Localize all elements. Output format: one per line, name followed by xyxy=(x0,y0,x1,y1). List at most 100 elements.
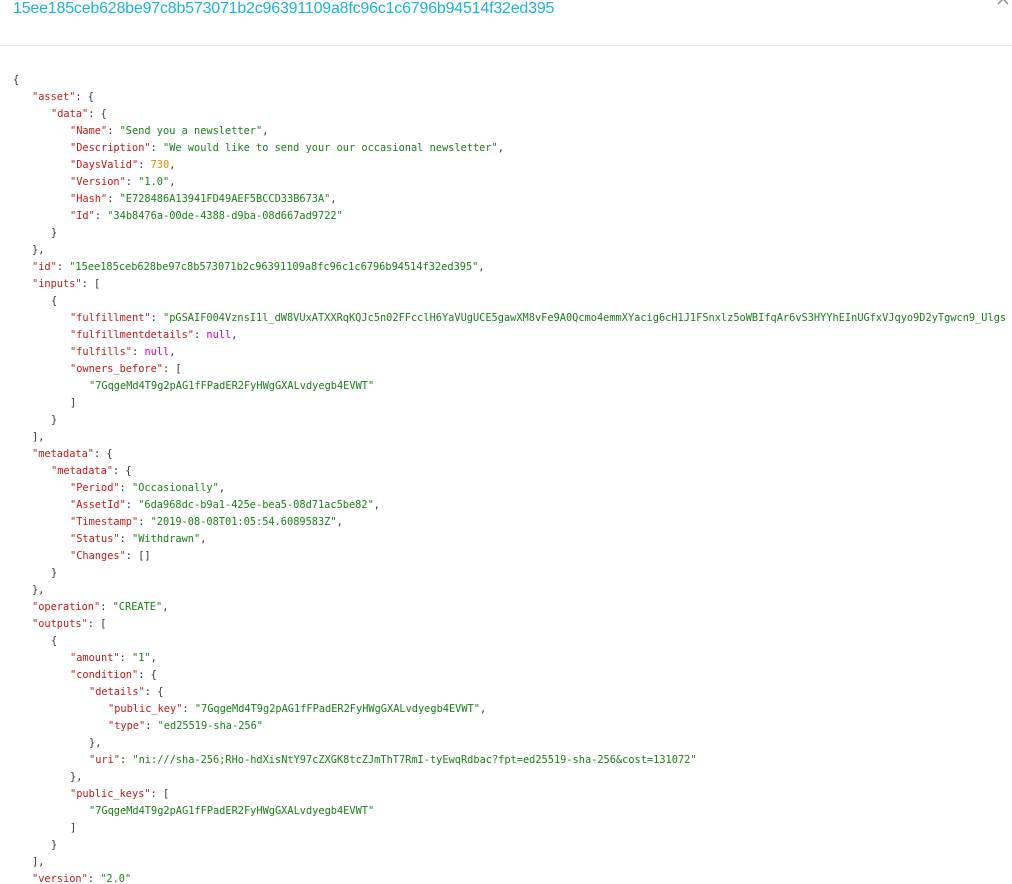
json-key: "public_keys" xyxy=(70,788,151,800)
json-key: "details" xyxy=(89,686,145,698)
json-key: "type" xyxy=(108,720,146,732)
json-punctuation: , xyxy=(330,193,337,205)
json-key: "AssetId" xyxy=(70,499,126,511)
json-punctuation: : [ xyxy=(81,278,101,290)
json-punctuation: : { xyxy=(144,686,164,698)
json-line: "type": "ed25519-sha-256" xyxy=(108,718,263,735)
json-punctuation: : [ xyxy=(150,788,170,800)
json-punctuation: : xyxy=(150,312,163,324)
json-key: "public_key" xyxy=(108,703,183,715)
json-punctuation: }, xyxy=(32,244,45,256)
json-key: "DaysValid" xyxy=(70,159,139,171)
json-line: "data": { xyxy=(51,106,107,123)
transaction-modal: 15ee185ceb628be97c8b573071b2c96391109a8f… xyxy=(0,0,1012,884)
json-punctuation: ], xyxy=(32,431,45,443)
json-key: "version" xyxy=(32,873,88,884)
json-line: "Changes": [] xyxy=(70,548,151,565)
close-button[interactable] xyxy=(996,0,1012,8)
json-punctuation: }, xyxy=(32,584,45,596)
json-punctuation: { xyxy=(51,635,58,647)
json-key: "asset" xyxy=(32,91,76,103)
json-key: "Changes" xyxy=(70,550,126,562)
json-line: "fulfills": null, xyxy=(70,344,175,361)
json-key: "owners_before" xyxy=(70,363,163,375)
json-punctuation: : { xyxy=(75,91,95,103)
json-string-value: "Send you a newsletter" xyxy=(119,125,263,137)
json-punctuation: } xyxy=(51,414,58,426)
modal-title: 15ee185ceb628be97c8b573071b2c96391109a8f… xyxy=(13,0,555,17)
json-string-value: "Occasionally" xyxy=(132,482,219,494)
json-viewer[interactable]: {"asset": {"data": {"Name": "Send you a … xyxy=(0,72,1012,884)
json-string-value: "We would like to send your our occasion… xyxy=(163,142,498,154)
json-punctuation: , xyxy=(218,482,226,494)
json-key: "Period" xyxy=(70,482,120,494)
json-line: ], xyxy=(32,854,44,871)
json-line: "operation": "CREATE", xyxy=(32,599,168,616)
json-line: "amount": "1", xyxy=(70,650,157,667)
json-punctuation: : [] xyxy=(125,550,151,562)
json-punctuation: { xyxy=(13,74,20,86)
json-punctuation: , xyxy=(497,142,504,154)
json-string-value: "ni:///sha-256;RHo-hdXisNtY97cZXGK8tcZJm… xyxy=(132,754,697,766)
json-line: "Id": "34b8476a-00de-4388-d9ba-08d667ad9… xyxy=(70,208,343,225)
json-line: ], xyxy=(32,429,44,446)
json-line: "version": "2.0" xyxy=(32,871,131,884)
json-number-value: 730 xyxy=(150,159,170,171)
json-key: "metadata" xyxy=(32,448,94,460)
json-punctuation: : xyxy=(119,482,133,494)
json-line: "asset": { xyxy=(32,89,94,106)
json-key: "Description" xyxy=(70,142,151,154)
json-punctuation: : xyxy=(145,720,158,732)
json-string-value: "34b8476a-00de-4388-d9ba-08d667ad9722" xyxy=(107,210,343,222)
json-punctuation: , xyxy=(169,346,176,358)
json-string-value: "2.0" xyxy=(100,873,132,884)
json-punctuation: : xyxy=(150,142,163,154)
json-key: "data" xyxy=(51,108,89,120)
json-punctuation: : [ xyxy=(163,363,182,375)
json-key: "fulfillment" xyxy=(70,312,151,324)
json-key: "inputs" xyxy=(32,278,82,290)
json-string-value: "6da968dc-b9a1-425e-bea5-08d71ac5be82" xyxy=(138,499,374,511)
json-line: "metadata": { xyxy=(51,463,132,480)
json-line: "public_keys": [ xyxy=(70,786,169,803)
json-line: "uri": "ni:///sha-256;RHo-hdXisNtY97cZXG… xyxy=(89,752,697,769)
json-punctuation: }, xyxy=(70,771,83,783)
json-punctuation: , xyxy=(478,261,485,273)
json-punctuation: : { xyxy=(138,669,157,681)
json-line: "Name": "Send you a newsletter", xyxy=(70,123,268,140)
json-key: "id" xyxy=(32,261,57,273)
json-punctuation: : { xyxy=(113,465,132,477)
json-line: }, xyxy=(89,735,101,752)
json-line: }, xyxy=(32,242,44,259)
json-line: "Version": "1.0", xyxy=(70,174,175,191)
json-string-value: "pGSAIF004VznsI1l_dW8VUxATXXRqKQJc5n02FF… xyxy=(163,312,1007,324)
json-punctuation: , xyxy=(150,652,157,664)
json-line: ] xyxy=(70,820,76,837)
json-line: { xyxy=(51,293,57,310)
json-line: "7GqgeMd4T9g2pAG1fFPadER2FyHWgGXALvdyegb… xyxy=(89,803,374,820)
json-line: "Timestamp": "2019-08-08T01:05:54.608958… xyxy=(70,514,343,531)
json-punctuation: : [ xyxy=(87,618,107,630)
json-line: "details": { xyxy=(89,684,163,701)
json-line: "public_key": "7GqgeMd4T9g2pAG1fFPadER2F… xyxy=(108,701,486,718)
json-line: "Status": "Withdrawn", xyxy=(70,531,206,548)
json-line: "fulfillmentdetails": null, xyxy=(70,327,237,344)
json-key: "amount" xyxy=(70,652,120,664)
json-punctuation: : xyxy=(182,703,195,715)
json-punctuation: ] xyxy=(70,822,77,834)
json-string-value: "E728486A13941FD49AEF5BCCD33B673A" xyxy=(119,193,331,205)
json-line: { xyxy=(13,72,19,89)
json-line: "id": "15ee185ceb628be97c8b573071b2c9639… xyxy=(32,259,485,276)
json-punctuation: { xyxy=(51,295,58,307)
json-line: "owners_before": [ xyxy=(70,361,182,378)
json-punctuation: : xyxy=(107,125,120,137)
json-key: "fulfills" xyxy=(70,346,132,358)
json-line: } xyxy=(51,225,57,242)
json-string-value: "15ee185ceb628be97c8b573071b2c96391109a8… xyxy=(69,261,479,273)
json-punctuation: : xyxy=(94,210,108,222)
json-line: }, xyxy=(32,582,44,599)
json-punctuation: ], xyxy=(32,856,45,868)
json-punctuation: , xyxy=(169,159,176,171)
json-punctuation: : xyxy=(87,873,101,884)
json-punctuation: : xyxy=(119,652,133,664)
